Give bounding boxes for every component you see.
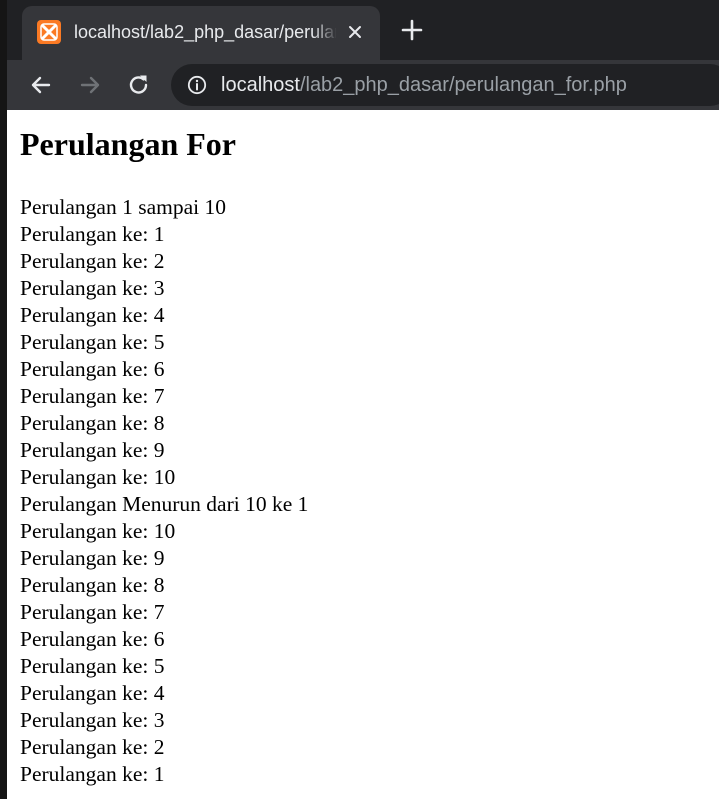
address-bar[interactable]: localhost/lab2_php_dasar/perulangan_for.…	[171, 64, 719, 106]
output-line: Perulangan ke: 6	[20, 627, 165, 651]
tab-strip: localhost/lab2_php_dasar/perulangan_for.…	[0, 0, 719, 60]
output-line: Perulangan ke: 8	[20, 573, 165, 597]
info-icon[interactable]	[187, 75, 207, 95]
xampp-favicon-icon	[37, 20, 61, 44]
plus-icon[interactable]	[400, 18, 424, 42]
output-line: Perulangan ke: 7	[20, 384, 165, 408]
url-text[interactable]: localhost/lab2_php_dasar/perulangan_for.…	[221, 72, 627, 98]
output-line: Perulangan ke: 10	[20, 519, 176, 543]
output-line: Perulangan ke: 1	[20, 762, 165, 786]
output-line: Perulangan ke: 10	[20, 465, 176, 489]
output-line: Perulangan ke: 9	[20, 546, 165, 570]
output-line: Perulangan ke: 5	[20, 654, 165, 678]
reload-icon[interactable]	[124, 70, 154, 100]
output-line: Perulangan ke: 2	[20, 735, 165, 759]
toolbar: localhost/lab2_php_dasar/perulangan_for.…	[0, 60, 719, 110]
output-line: Perulangan ke: 4	[20, 303, 165, 327]
arrow-left-icon[interactable]	[26, 70, 56, 100]
output-line: Perulangan ke: 3	[20, 276, 165, 300]
output-line: Perulangan ke: 7	[20, 600, 165, 624]
output-line: Perulangan ke: 6	[20, 357, 165, 381]
output-line: Perulangan Menurun dari 10 ke 1	[20, 492, 309, 516]
output-line: Perulangan ke: 9	[20, 438, 165, 462]
url-path: /lab2_php_dasar/perulangan_for.php	[299, 74, 627, 96]
window-edge	[0, 0, 7, 799]
arrow-right-icon[interactable]	[75, 70, 105, 100]
close-icon[interactable]	[345, 22, 365, 42]
output-line: Perulangan ke: 5	[20, 330, 165, 354]
output-line: Perulangan ke: 3	[20, 708, 165, 732]
output-line: Perulangan ke: 1	[20, 222, 165, 246]
page-title: Perulangan For	[20, 126, 236, 162]
output-line: Perulangan 1 sampai 10	[20, 195, 226, 219]
url-host: localhost	[221, 74, 300, 96]
tab-active[interactable]: localhost/lab2_php_dasar/perulangan_for.…	[22, 6, 380, 60]
output-line: Perulangan ke: 2	[20, 249, 165, 273]
tab-title: localhost/lab2_php_dasar/perulangan_for.…	[74, 22, 336, 42]
output-line: Perulangan ke: 8	[20, 411, 165, 435]
tab-title-fade	[312, 19, 338, 45]
output-lines: Perulangan 1 sampai 10 Perulangan ke: 1 …	[20, 194, 308, 788]
page-content: Perulangan For Perulangan 1 sampai 10 Pe…	[7, 110, 719, 799]
browser-window: localhost/lab2_php_dasar/perulangan_for.…	[0, 0, 719, 799]
output-line: Perulangan ke: 4	[20, 681, 165, 705]
